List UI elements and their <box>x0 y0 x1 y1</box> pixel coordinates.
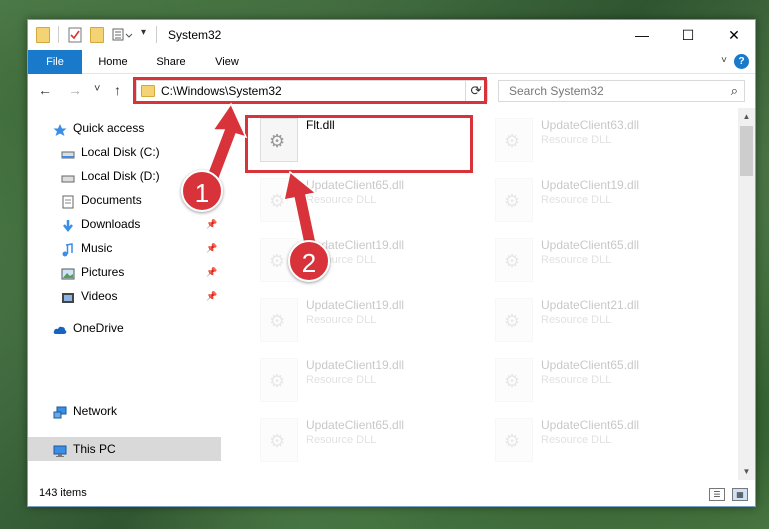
step-badge-2: 2 <box>288 240 330 282</box>
annotation-arrows <box>204 102 318 251</box>
arrow-2 <box>283 170 318 251</box>
step-badge-1: 1 <box>181 170 223 212</box>
